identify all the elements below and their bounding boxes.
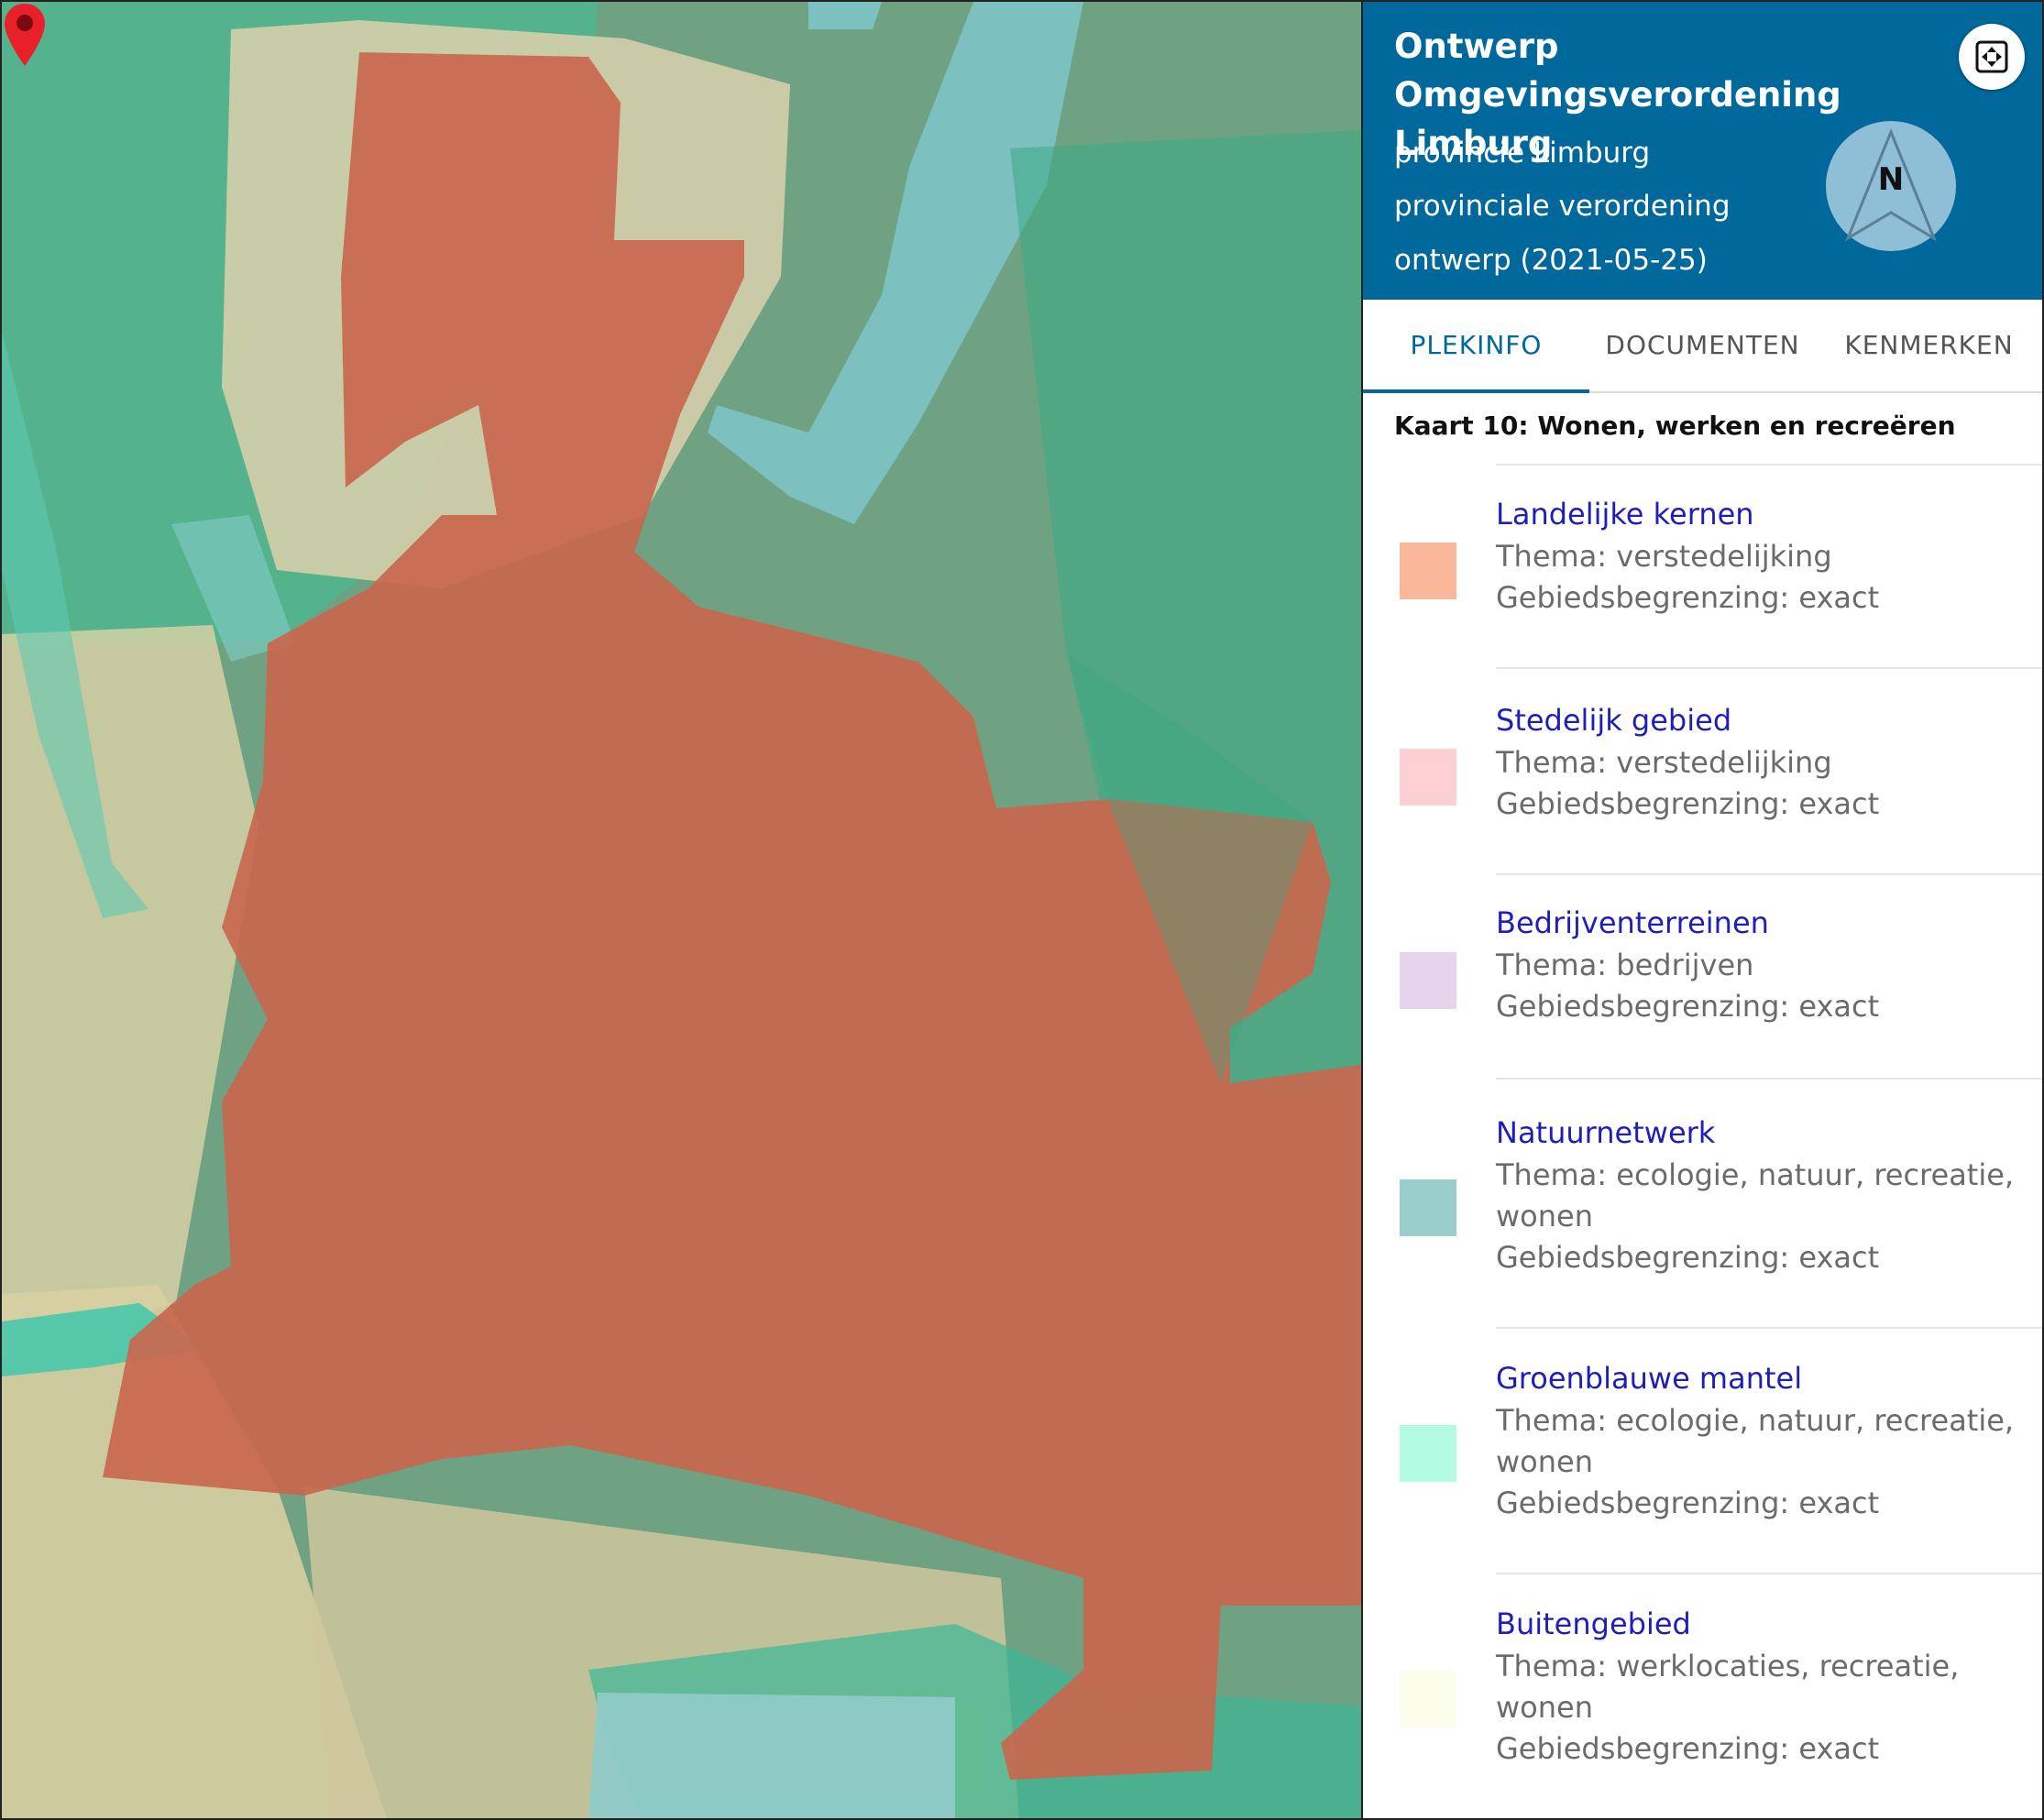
divider — [1496, 873, 2042, 875]
active-tab-indicator — [1363, 389, 1589, 393]
legend-item-boundary: Gebiedsbegrenzing: exact — [1496, 989, 1880, 1024]
legend-item-theme: Thema: verstedelijking — [1496, 745, 1832, 780]
fullscreen-icon — [1975, 40, 2008, 73]
legend-swatch — [1400, 952, 1456, 1009]
divider — [1496, 464, 2042, 466]
document-type-label: provinciale verordening — [1394, 190, 1731, 223]
legend-item-name[interactable]: Groenblauwe mantel — [1496, 1361, 1802, 1396]
compass-north-label: N — [1877, 161, 1905, 198]
map-view[interactable] — [2, 2, 1361, 1818]
natuurnetwerk-area-top — [808, 2, 882, 29]
legend-item-name[interactable]: Stedelijk gebied — [1496, 703, 1731, 738]
legend-swatch — [1400, 543, 1456, 599]
natuurnetwerk-area-south — [588, 1693, 955, 1818]
legend-item-theme: Thema: werklocaties, recreatie, — [1496, 1649, 1960, 1683]
legend-swatch — [1400, 749, 1456, 806]
legend-item-name[interactable]: Natuurnetwerk — [1496, 1115, 1715, 1150]
compass-button[interactable]: N — [1826, 121, 1956, 251]
legend-swatch — [1400, 1179, 1456, 1236]
legend-item-name[interactable]: Buitengebied — [1496, 1606, 1691, 1641]
legend-item-boundary: Gebiedsbegrenzing: exact — [1496, 1240, 1880, 1275]
app-frame: Ontwerp Omgevingsverordening Limburg pro… — [0, 0, 2044, 1820]
legend-item-theme-continued: wonen — [1496, 1690, 1593, 1725]
map-title: Kaart 10: Wonen, werken en recreëren — [1394, 411, 1956, 441]
info-panel: Ontwerp Omgevingsverordening Limburg pro… — [1363, 2, 2042, 1818]
legend-item-boundary: Gebiedsbegrenzing: exact — [1496, 786, 1880, 821]
legend-item-theme-continued: wonen — [1496, 1199, 1593, 1233]
divider — [1496, 667, 2042, 669]
legend-item-theme: Thema: ecologie, natuur, recreatie, — [1496, 1157, 2015, 1192]
legend-item-name[interactable]: Bedrijventerreinen — [1496, 905, 1769, 940]
authority-label: provincie Limburg — [1394, 137, 1651, 170]
map-canvas[interactable] — [2, 2, 1361, 1818]
legend-swatch — [1400, 1425, 1456, 1482]
legend-item-boundary: Gebiedsbegrenzing: exact — [1496, 1486, 1880, 1520]
panel-header: Ontwerp Omgevingsverordening Limburg pro… — [1363, 2, 2042, 300]
legend-item-theme-continued: wonen — [1496, 1444, 1593, 1479]
status-label: ontwerp (2021-05-25) — [1394, 244, 1708, 277]
tab-plekinfo[interactable]: PLEKINFO — [1363, 300, 1589, 391]
legend-item-name[interactable]: Landelijke kernen — [1496, 497, 1754, 532]
tab-bar: PLEKINFO DOCUMENTEN KENMERKEN — [1363, 300, 2042, 393]
legend-item-theme: Thema: ecologie, natuur, recreatie, — [1496, 1403, 2015, 1438]
divider — [1496, 1078, 2042, 1080]
divider — [1496, 1573, 2042, 1574]
legend-item-theme: Thema: bedrijven — [1496, 948, 1754, 982]
tab-kenmerken[interactable]: KENMERKEN — [1816, 300, 2042, 391]
legend-item-boundary: Gebiedsbegrenzing: exact — [1496, 580, 1880, 615]
legend-item-boundary: Gebiedsbegrenzing: exact — [1496, 1731, 1880, 1766]
legend-swatch — [1400, 1671, 1456, 1727]
divider — [1496, 1327, 2042, 1329]
location-pin-icon[interactable] — [2, 2, 48, 68]
fullscreen-button[interactable] — [1959, 24, 2025, 90]
tab-documenten[interactable]: DOCUMENTEN — [1589, 300, 1816, 391]
legend-item-theme: Thema: verstedelijking — [1496, 539, 1832, 574]
